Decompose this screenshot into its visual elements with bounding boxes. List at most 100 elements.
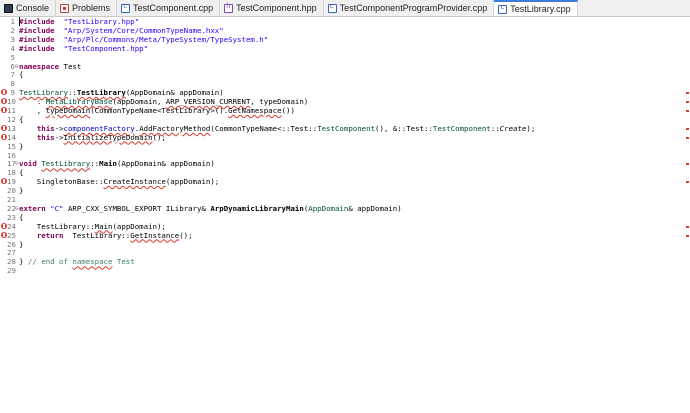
code-line[interactable]: 29 [0, 266, 690, 275]
tab-console[interactable]: Console [0, 0, 57, 16]
line-number: 26 [7, 239, 16, 249]
code-line[interactable]: 21 [0, 195, 690, 204]
code-token: return [36, 230, 64, 240]
code-token: extern [19, 203, 46, 213]
code-line[interactable]: 27 [0, 248, 690, 257]
code-token: :: [67, 88, 77, 98]
cpp-file-icon [121, 2, 131, 13]
line-number: 28 [7, 257, 16, 267]
code-token: #include [19, 17, 55, 26]
code-text: { [19, 70, 23, 79]
overview-ruler-error-marker[interactable] [686, 110, 689, 112]
code-line[interactable]: 3 #include "Arp/Plc/Commons/Meta/TypeSyst… [0, 35, 690, 44]
line-number: 16 [7, 150, 16, 160]
code-line[interactable]: 14 this->InitializeTypeDomain(); [0, 133, 690, 142]
code-text: return TestLibrary::GetInstance(); [19, 231, 193, 240]
code-token: ); [526, 123, 536, 133]
code-token: namespace [72, 257, 113, 267]
code-token: "Arp/Plc/Commons/Meta/TypeSystem/TypeSys… [63, 34, 269, 44]
line-number: 6 [10, 61, 15, 71]
tab-testlibrary-cpp[interactable]: TestLibrary.cpp [494, 0, 578, 16]
code-line[interactable]: 9 TestLibrary::TestLibrary(AppDomain& app… [0, 88, 690, 97]
code-line[interactable]: 23{ [0, 213, 690, 222]
code-text: #include "Arp/System/Core/CommonTypeName… [19, 26, 224, 35]
overview-ruler-error-marker[interactable] [686, 163, 689, 166]
tab-testcomponentprogramprovider-cpp[interactable]: TestComponentProgramProvider.cpp [324, 0, 495, 16]
overview-ruler-error-marker[interactable] [686, 181, 689, 184]
line-number: 7 [10, 70, 15, 80]
code-token: (); [152, 132, 166, 142]
code-token: (appDomain); [165, 177, 220, 187]
code-token: (AppDomain& appDomain) [125, 88, 224, 98]
line-number: 11 [7, 106, 16, 115]
code-token: Test [112, 257, 135, 267]
code-token: : [19, 97, 46, 107]
code-line[interactable]: 5 [0, 53, 690, 62]
overview-ruler-error-marker[interactable] [686, 225, 689, 228]
tab-testcomponent-cpp[interactable]: TestComponent.cpp [117, 0, 221, 16]
code-token: -> [54, 123, 64, 133]
code-text: namespace Test [19, 62, 81, 71]
code-line[interactable]: 12{ [0, 115, 690, 124]
code-line[interactable]: 6 ⊖ namespace Test [0, 62, 690, 71]
line-number: 2 [10, 25, 15, 35]
code-text: this->componentFactory.AddFactoryMethod(… [19, 124, 535, 133]
code-token: TestLibrary:: [63, 230, 131, 240]
code-token: , [19, 106, 46, 115]
code-token: TestLibrary [19, 88, 68, 98]
code-token: } [19, 141, 24, 151]
tab-problems[interactable]: Problems [56, 0, 118, 16]
code-line[interactable]: 1 #include "TestLibrary.hpp" [0, 17, 690, 26]
line-number: 17 [7, 159, 16, 169]
overview-ruler-error-marker[interactable] [686, 101, 689, 104]
code-token: this [36, 132, 55, 142]
line-number: 14 [7, 132, 16, 142]
code-line[interactable]: 20} [0, 186, 690, 195]
code-token: "Arp/System/Core/CommonTypeName.hxx" [63, 25, 224, 35]
code-token: #include [19, 43, 55, 53]
tab-label: Problems [72, 3, 111, 13]
code-token: InitializeTypeDomain [63, 132, 153, 142]
code-line[interactable]: 18{ [0, 168, 690, 177]
code-token: (), &::Test:: [375, 123, 433, 133]
code-token: TestLibrary:: [19, 221, 95, 231]
code-line[interactable]: 24 TestLibrary::Main(appDomain); [0, 222, 690, 231]
tab-testcomponent-hpp[interactable]: TestComponent.hpp [220, 0, 324, 16]
code-token: ARP_VERSION_CURRENT [165, 97, 251, 107]
code-line[interactable]: 26} [0, 240, 690, 249]
code-line[interactable]: 11 , typeDomain(CommonTypeName<TestLibra… [0, 106, 690, 115]
code-token: SingletonBase:: [19, 177, 104, 187]
code-token: "TestComponent.hpp" [63, 43, 149, 53]
line-number: 4 [10, 43, 15, 53]
overview-ruler-error-marker[interactable] [686, 92, 689, 95]
code-editor[interactable]: 1 #include "TestLibrary.hpp" 2 #include "Ar… [0, 17, 690, 413]
code-text: } [19, 142, 23, 151]
code-line[interactable]: 4 #include "TestComponent.hpp" [0, 44, 690, 53]
overview-ruler-error-marker[interactable] [686, 127, 689, 130]
code-text: #include "TestLibrary.hpp" [19, 17, 139, 26]
code-line[interactable]: 15} [0, 142, 690, 151]
overview-ruler-error-marker[interactable] [686, 234, 689, 237]
code-line[interactable]: 28} // end of namespace Test [0, 257, 690, 266]
code-text: #include "TestComponent.hpp" [19, 44, 148, 53]
overview-ruler-error-marker[interactable] [686, 136, 689, 139]
code-line[interactable]: 13 this->componentFactory.AddFactoryMeth… [0, 124, 690, 133]
code-token: ARP_CXX_SYMBOL_EXPORT ILibrary& [63, 203, 211, 213]
code-token: } [19, 257, 28, 267]
code-line[interactable]: 10 : MetaLibraryBase(appDomain, ARP_VERS… [0, 97, 690, 106]
code-line[interactable]: 22 ⊖ extern "C" ARP_CXX_SYMBOL_EXPORT ILib… [0, 204, 690, 213]
code-line[interactable]: 7{ [0, 70, 690, 79]
code-token: ArpDynamicLibraryMain [210, 203, 304, 213]
code-line[interactable]: 19 SingletonBase::CreateInstance(appDoma… [0, 177, 690, 186]
code-line[interactable]: 17 ⊖ void TestLibrary::Main(AppDomain& app… [0, 159, 690, 168]
code-line[interactable]: 16 [0, 151, 690, 160]
cpp-file-icon [327, 2, 337, 13]
code-line[interactable]: 2 #include "Arp/System/Core/CommonTypeNam… [0, 26, 690, 35]
code-line[interactable]: 25 return TestLibrary::GetInstance(); [0, 231, 690, 240]
code-line[interactable]: 8 [0, 79, 690, 88]
code-token: (appDomain); [112, 221, 166, 231]
tab-label: Console [16, 3, 50, 13]
